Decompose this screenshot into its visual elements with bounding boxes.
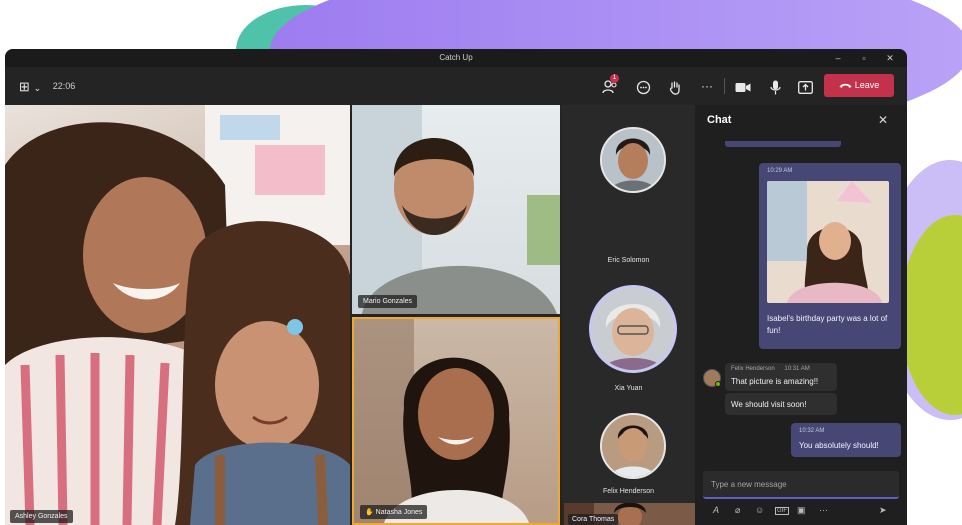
message-bubble-felix[interactable]: Felix Henderson 10:31 AM That picture is…: [725, 363, 837, 391]
participants-button[interactable]: [598, 67, 622, 105]
maximize-button[interactable]: ▫: [853, 49, 875, 67]
microphone-button[interactable]: [763, 67, 787, 105]
raise-hand-button[interactable]: [663, 67, 687, 105]
share-icon: [797, 80, 813, 94]
message-bubble-own-reply[interactable]: 10:32 AM You absolutely should!: [791, 423, 901, 457]
window-title: Catch Up: [439, 53, 473, 62]
participants-count-badge: 1: [610, 74, 619, 83]
avatar-eric[interactable]: [600, 127, 666, 193]
close-window-button[interactable]: ✕: [879, 49, 901, 67]
meeting-timer: 22:06: [52, 81, 76, 91]
toolbar-divider: [724, 78, 725, 94]
message-text: We should visit soon!: [731, 400, 807, 409]
participant-video: [5, 105, 350, 525]
chat-panel: Chat ✕ 10:29 AM Isabel's birthday party …: [695, 105, 907, 525]
camera-button[interactable]: [731, 67, 755, 105]
shared-photo[interactable]: [767, 181, 889, 303]
send-icon[interactable]: ➤: [879, 505, 887, 516]
message-text: That picture is amazing!!: [731, 377, 819, 386]
raise-hand-icon: [669, 81, 680, 95]
attach-icon[interactable]: ⌀: [735, 505, 740, 516]
grid-icon: ⊞: [18, 79, 30, 94]
chat-button[interactable]: [631, 67, 655, 105]
message-text: You absolutely should!: [799, 441, 879, 450]
gif-icon[interactable]: GIF: [775, 507, 789, 515]
minimize-button[interactable]: –: [827, 49, 849, 67]
video-tile-main[interactable]: Ashley Gonzales: [5, 105, 350, 525]
chevron-down-icon: ⌄: [33, 83, 42, 93]
participant-name-bottom-right: ✋ Natasha Jones: [360, 505, 428, 519]
participant-video: [352, 105, 560, 314]
more-compose-icon[interactable]: ···: [819, 505, 828, 515]
mic-icon: [769, 80, 781, 95]
participant-photo: [592, 288, 674, 370]
leave-button[interactable]: Leave: [824, 74, 894, 97]
title-bar: Catch Up – ▫ ✕: [5, 49, 907, 67]
roster-name-eric: Eric Solomon: [607, 257, 650, 264]
format-icon[interactable]: A: [713, 505, 719, 515]
video-tile-small[interactable]: Cora Thomas: [564, 503, 695, 525]
message-header: Felix Henderson 10:31 AM: [731, 366, 810, 372]
message-bubble-own[interactable]: 10:29 AM Isabel's birthday party was a l…: [759, 163, 901, 349]
avatar-felix[interactable]: [600, 413, 666, 479]
participant-video: [354, 319, 529, 523]
presence-dot: [715, 381, 721, 387]
background: Catch Up – ▫ ✕ ⊞ ⌄ 22:06 1 ··· Leave Ash…: [0, 0, 962, 525]
compose-input[interactable]: Type a new message: [703, 471, 899, 499]
previous-message-fragment: [725, 141, 841, 147]
more-options-button[interactable]: ···: [695, 67, 719, 105]
video-tile-bottom-right[interactable]: ✋ Natasha Jones: [352, 317, 560, 525]
layout-button[interactable]: ⊞ ⌄: [15, 67, 45, 105]
roster-name-felix: Felix Henderson: [603, 488, 654, 495]
birthday-photo: [767, 181, 889, 303]
meeting-toolbar: ⊞ ⌄ 22:06 1 ··· Leave: [5, 67, 907, 105]
participant-name-label: Natasha Jones: [375, 509, 423, 516]
participant-name-small: Cora Thomas: [568, 514, 619, 525]
participant-name-top-right: Mario Gonzales: [358, 295, 418, 308]
avatar-xia[interactable]: [589, 285, 677, 373]
participant-roster: Eric Solomon Xia Yuan Felix Henderson Co…: [562, 105, 695, 525]
sender-name: Felix Henderson: [731, 366, 775, 372]
chat-title: Chat: [707, 114, 732, 126]
participant-photo: [602, 415, 664, 477]
message-bubble-felix-followup[interactable]: We should visit soon!: [725, 393, 837, 415]
share-screen-button[interactable]: [793, 67, 817, 105]
participant-photo: [602, 129, 664, 191]
sticker-icon[interactable]: ▣: [797, 505, 806, 516]
participant-name-main: Ashley Gonzales: [10, 510, 73, 523]
roster-name-xia: Xia Yuan: [614, 385, 643, 392]
message-text: Isabel's birthday party was a lot of fun…: [767, 314, 888, 335]
camera-icon: [735, 82, 751, 92]
video-tile-top-right[interactable]: Mario Gonzales: [352, 105, 560, 314]
raised-hand-icon: ✋: [365, 509, 374, 516]
chat-icon: [636, 80, 650, 94]
close-chat-button[interactable]: ✕: [878, 113, 888, 127]
message-timestamp: 10:29 AM: [767, 168, 793, 174]
emoji-icon[interactable]: ☺: [755, 505, 764, 515]
leave-label: Leave: [854, 80, 880, 90]
phone-icon: [839, 84, 852, 89]
teams-window: Catch Up – ▫ ✕ ⊞ ⌄ 22:06 1 ··· Leave Ash…: [5, 49, 907, 525]
message-timestamp: 10:32 AM: [799, 428, 825, 434]
message-timestamp: 10:31 AM: [784, 366, 810, 372]
